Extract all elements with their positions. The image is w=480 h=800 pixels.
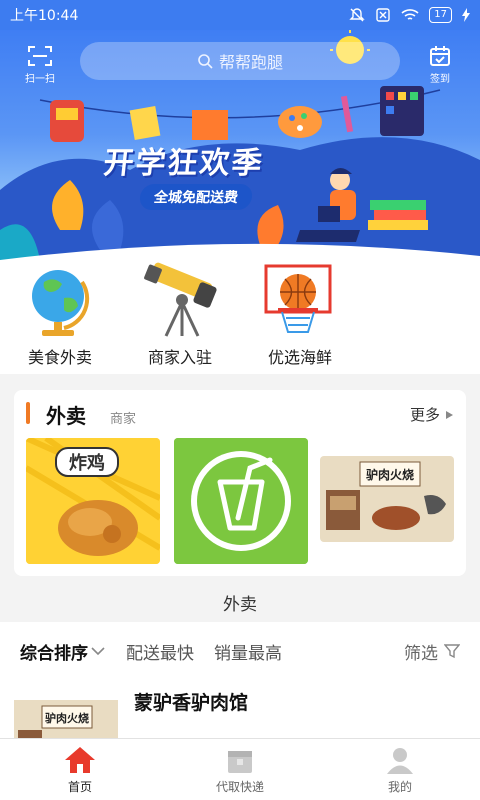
battery-level: 17: [429, 7, 452, 23]
scan-button[interactable]: 扫一扫: [18, 44, 62, 85]
globe-icon: [32, 270, 90, 336]
category-label: 美食外卖: [27, 348, 92, 367]
banner-title: 开学狂欢季: [101, 146, 266, 181]
wifi-icon: [401, 9, 419, 20]
donkey-meat-text: 驴肉火烧: [366, 467, 414, 482]
sim-off-icon: [376, 8, 390, 22]
bottom-nav: 首页 代取快递 我的: [0, 738, 480, 800]
filter-label: 筛选: [404, 643, 438, 664]
thumbnail-fried-chicken[interactable]: 炸鸡: [26, 438, 160, 564]
more-label: 更多: [409, 406, 440, 424]
calendar-check-icon: [430, 46, 450, 66]
donkey-meat-image: 驴肉火烧: [320, 456, 454, 542]
play-arrow-icon: [446, 410, 453, 419]
checkin-button[interactable]: 签到: [418, 44, 462, 85]
basketball-icon: [264, 264, 332, 333]
fried-chicken-text: 炸鸡: [69, 452, 105, 474]
search-icon: [198, 54, 213, 69]
drink-logo-icon: [174, 438, 308, 564]
shop-name: 蒙驴香驴肉馆: [134, 692, 249, 714]
nav-label: 首页: [67, 780, 92, 794]
category-grid: 美食外卖 商家入驻 优选海鲜: [0, 262, 480, 374]
home-icon: [65, 747, 95, 773]
charging-icon: [462, 8, 470, 22]
sort-top-sales[interactable]: 销量最高: [214, 639, 282, 664]
chevron-down-icon: [91, 647, 105, 656]
status-icons: 17: [349, 7, 470, 23]
status-time: 上午10:44: [10, 8, 79, 24]
sort-bar: 综合排序 配送最快 销量最高 筛选: [0, 622, 480, 680]
nav-package-pickup[interactable]: 代取快递: [160, 739, 320, 800]
section-title: 外卖: [46, 404, 86, 428]
promo-banner[interactable]: 扫一扫 帮帮跑腿 签到 开学狂欢季 全城免配送费: [0, 30, 480, 262]
shop-thumbnail: 驴肉火烧: [14, 700, 118, 740]
category-label: 优选海鲜: [267, 348, 332, 367]
section-header: 外卖 商家 更多: [14, 390, 466, 436]
nav-home[interactable]: 首页: [0, 739, 160, 800]
takeout-section-card: 外卖 商家 更多 炸鸡 驴肉火烧: [14, 390, 466, 576]
telescope-icon: [144, 262, 217, 337]
sort-label: 综合排序: [20, 643, 88, 664]
category-food-delivery[interactable]: 美食外卖: [10, 262, 110, 368]
category-label: 商家入驻: [147, 348, 212, 367]
nav-label: 代取快递: [215, 780, 264, 794]
search-input[interactable]: 帮帮跑腿: [80, 42, 400, 80]
app-screen: 上午10:44 17 扫一扫 帮帮跑腿 签到 开学狂欢季 全城免配送费 美食外卖…: [0, 0, 480, 800]
mute-icon: [349, 8, 365, 22]
shop-thumb-text: 驴肉火烧: [45, 711, 89, 725]
package-icon: [228, 751, 252, 773]
search-placeholder: 帮帮跑腿: [218, 53, 283, 72]
more-link[interactable]: 更多: [410, 404, 454, 425]
sort-fastest-delivery[interactable]: 配送最快: [126, 639, 194, 664]
banner-subtitle: 全城免配送费: [138, 184, 254, 210]
filter-icon: [444, 644, 460, 659]
section-subtitle: 商家: [110, 412, 137, 427]
nav-profile[interactable]: 我的: [320, 739, 480, 800]
scan-icon: [28, 46, 52, 66]
section-accent-bar: [26, 402, 30, 424]
thumbnail-drink[interactable]: [174, 438, 308, 564]
sort-comprehensive[interactable]: 综合排序: [20, 639, 106, 664]
nav-label: 我的: [387, 780, 412, 794]
category-seafood[interactable]: 优选海鲜: [250, 262, 350, 368]
thumbnail-donkey-meat[interactable]: 驴肉火烧: [320, 456, 454, 542]
section-caption: 外卖: [223, 595, 257, 615]
scan-label: 扫一扫: [25, 74, 55, 85]
status-bar: 上午10:44 17: [0, 0, 480, 30]
fried-chicken-image: 炸鸡: [26, 438, 160, 564]
user-icon: [387, 748, 413, 774]
category-merchant-join[interactable]: 商家入驻: [130, 262, 230, 368]
shop-list-item[interactable]: 驴肉火烧 蒙驴香驴肉馆: [0, 680, 480, 740]
checkin-label: 签到: [430, 74, 450, 85]
filter-button[interactable]: 筛选: [404, 639, 460, 664]
